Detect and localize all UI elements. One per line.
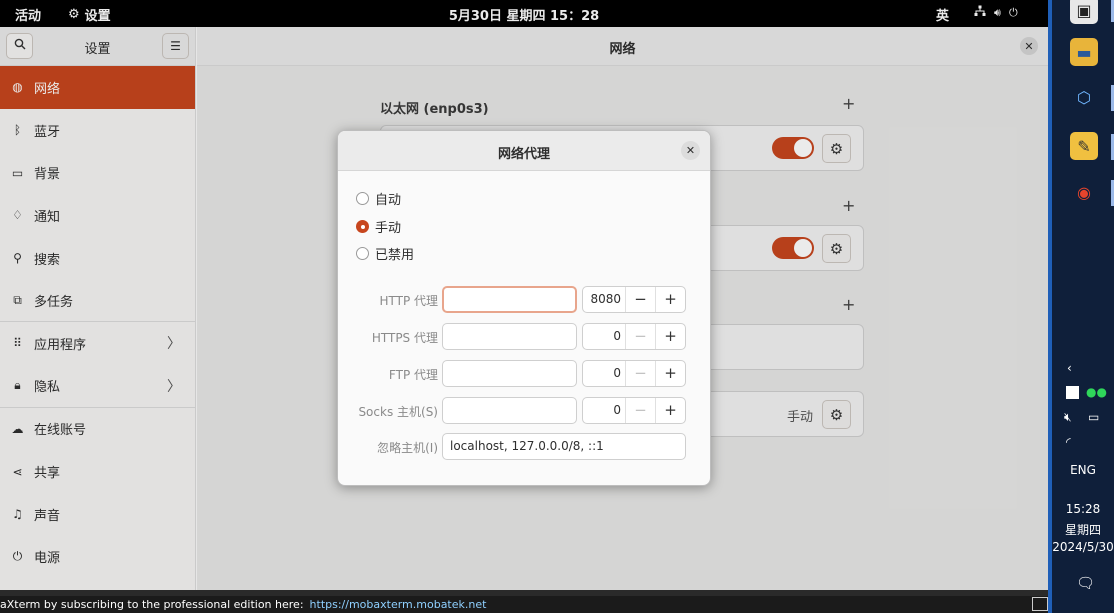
mobaxterm-status-bar: aXterm by subscribing to the professiona… [0, 596, 1048, 613]
http-proxy-row: HTTP 代理 8080 − + [338, 286, 710, 314]
increment-button[interactable]: + [655, 324, 685, 349]
http-proxy-host-input[interactable] [442, 286, 577, 313]
wifi-icon[interactable]: ◜ [1066, 435, 1071, 449]
https-proxy-host-input[interactable] [442, 323, 577, 350]
taskbar-weekday[interactable]: 星期四 [1052, 521, 1114, 538]
dialog-close-button[interactable]: ✕ [681, 141, 700, 160]
taskbar-date[interactable]: 2024/5/30 [1052, 540, 1114, 554]
windows-taskbar: ▣ ▬ ⬡ ✎ ◉ ‹ ●● 🔇︎ ▭ ◜ ENG 15:28 星期四 2024… [1048, 0, 1114, 613]
radio-label: 自动 [375, 193, 402, 208]
language-indicator[interactable]: ENG [1052, 463, 1114, 477]
ignore-hosts-row: 忽略主机(I) localhost, 127.0.0.0/8, ::1 [338, 433, 710, 461]
notification-icon[interactable]: 🗨︎ [1076, 574, 1095, 592]
mobaxterm-icon[interactable]: ✎ [1070, 132, 1098, 160]
promo-link[interactable]: https://mobaxterm.mobatek.net [310, 598, 487, 611]
http-proxy-port-stepper[interactable]: 8080 − + [582, 286, 686, 313]
decrement-button[interactable]: − [625, 287, 655, 312]
socks-proxy-port[interactable]: 0 [583, 398, 625, 423]
ftp-proxy-label: FTP 代理 [388, 368, 438, 382]
socks-proxy-port-stepper[interactable]: 0 − + [582, 397, 686, 424]
decrement-button[interactable]: − [625, 324, 655, 349]
network-proxy-dialog: 网络代理 ✕ 自动 手动 已禁用 HTTP 代理 8080 − + HTTPS … [337, 130, 711, 486]
ftp-proxy-port-stepper[interactable]: 0 − + [582, 360, 686, 387]
virtualbox-window-icon[interactable]: ▣ [1070, 0, 1098, 24]
ignore-hosts-label: 忽略主机(I) [377, 441, 438, 455]
wechat-icon[interactable]: ●● [1086, 385, 1107, 399]
http-proxy-label: HTTP 代理 [379, 294, 438, 308]
https-proxy-port[interactable]: 0 [583, 324, 625, 349]
ftp-proxy-row: FTP 代理 0 − + [338, 360, 710, 388]
radio-button[interactable] [356, 220, 369, 233]
radio-button[interactable] [356, 192, 369, 205]
socks-proxy-host-input[interactable] [442, 397, 577, 424]
radio-label: 已禁用 [375, 248, 415, 263]
taskbar-time[interactable]: 15:28 [1052, 502, 1114, 516]
monitor-icon[interactable] [1032, 597, 1048, 611]
https-proxy-port-stepper[interactable]: 0 − + [582, 323, 686, 350]
socks-proxy-label: Socks 主机(S) [358, 405, 438, 419]
proxy-mode-manual[interactable]: 手动 [356, 217, 401, 236]
decrement-button[interactable]: − [625, 398, 655, 423]
proxy-mode-auto[interactable]: 自动 [356, 189, 401, 208]
battery-icon[interactable]: ▭ [1088, 410, 1099, 424]
proxy-mode-disabled[interactable]: 已禁用 [356, 244, 414, 263]
tray-app-icon[interactable] [1066, 386, 1079, 399]
dialog-header: 网络代理 ✕ [338, 131, 710, 171]
ftp-proxy-port[interactable]: 0 [583, 361, 625, 386]
ftp-proxy-host-input[interactable] [442, 360, 577, 387]
radio-button[interactable] [356, 247, 369, 260]
ignore-hosts-input[interactable]: localhost, 127.0.0.0/8, ::1 [442, 433, 686, 460]
file-explorer-icon[interactable]: ▬ [1070, 38, 1098, 66]
radio-label: 手动 [375, 221, 402, 236]
https-proxy-label: HTTPS 代理 [371, 331, 438, 345]
http-proxy-port[interactable]: 8080 [583, 287, 625, 312]
app-spiral-icon[interactable]: ◉ [1070, 178, 1098, 206]
https-proxy-row: HTTPS 代理 0 − + [338, 323, 710, 351]
promo-text: aXterm by subscribing to the professiona… [0, 598, 304, 611]
socks-proxy-row: Socks 主机(S) 0 − + [338, 397, 710, 425]
decrement-button[interactable]: − [625, 361, 655, 386]
dialog-title: 网络代理 [497, 147, 550, 162]
chevron-left-icon[interactable]: ‹ [1067, 361, 1072, 375]
increment-button[interactable]: + [655, 398, 685, 423]
virtualbox-icon[interactable]: ⬡ [1070, 83, 1098, 111]
increment-button[interactable]: + [655, 287, 685, 312]
volume-muted-icon[interactable]: 🔇︎ [1064, 410, 1072, 425]
increment-button[interactable]: + [655, 361, 685, 386]
close-icon: ✕ [685, 144, 696, 157]
